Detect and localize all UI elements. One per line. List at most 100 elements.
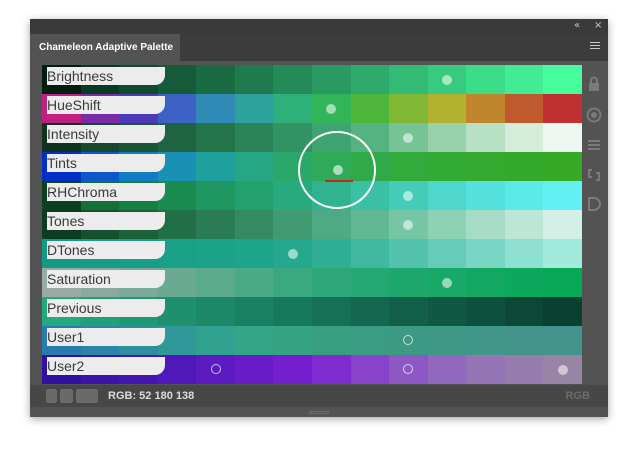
color-swatch[interactable] xyxy=(196,94,236,123)
tab-chameleon-adaptive-palette[interactable]: Chameleon Adaptive Palette xyxy=(30,34,180,61)
color-swatch[interactable] xyxy=(234,210,274,239)
color-swatch[interactable] xyxy=(350,65,390,94)
close-icon[interactable]: × xyxy=(594,20,602,32)
resize-grip-icon[interactable] xyxy=(309,410,329,415)
color-swatch[interactable] xyxy=(196,65,236,94)
color-swatch[interactable] xyxy=(273,210,313,239)
row-label-rhchroma[interactable]: RHChroma xyxy=(47,183,165,201)
color-swatch[interactable] xyxy=(273,65,313,94)
row-label-dtones[interactable]: DTones xyxy=(47,241,165,259)
color-swatch[interactable] xyxy=(389,239,429,268)
color-swatch[interactable] xyxy=(543,326,582,355)
color-swatch[interactable] xyxy=(504,326,544,355)
row-label-tints[interactable]: Tints xyxy=(47,154,165,172)
color-loupe[interactable] xyxy=(298,131,376,209)
color-swatch[interactable] xyxy=(234,326,274,355)
row-label-intensity[interactable]: Intensity xyxy=(47,125,165,143)
color-swatch[interactable] xyxy=(427,123,467,152)
lock-icon[interactable] xyxy=(586,76,602,92)
color-swatch[interactable] xyxy=(466,297,506,326)
swatch-current[interactable] xyxy=(76,389,98,403)
row-label-user1[interactable]: User1 xyxy=(47,328,165,346)
collapse-icon[interactable]: « xyxy=(574,20,580,32)
color-swatch[interactable] xyxy=(504,268,544,297)
color-swatch[interactable] xyxy=(312,355,352,384)
color-swatch[interactable] xyxy=(466,326,506,355)
color-mode-label[interactable]: RGB xyxy=(566,389,590,403)
color-swatch[interactable] xyxy=(427,297,467,326)
color-swatch[interactable] xyxy=(504,94,544,123)
color-swatch[interactable] xyxy=(234,123,274,152)
color-swatch[interactable] xyxy=(273,326,313,355)
color-swatch[interactable] xyxy=(196,152,236,181)
color-swatch[interactable] xyxy=(350,94,390,123)
link-icon[interactable] xyxy=(586,167,602,183)
color-swatch[interactable] xyxy=(543,123,582,152)
color-swatch[interactable] xyxy=(466,239,506,268)
target-icon[interactable] xyxy=(586,107,602,123)
color-swatch[interactable] xyxy=(196,297,236,326)
color-swatch[interactable] xyxy=(234,94,274,123)
color-swatch[interactable] xyxy=(196,268,236,297)
color-swatch[interactable] xyxy=(312,65,352,94)
row-label-previous[interactable]: Previous xyxy=(47,299,165,317)
color-swatch[interactable] xyxy=(466,94,506,123)
color-swatch[interactable] xyxy=(350,355,390,384)
color-swatch[interactable] xyxy=(234,355,274,384)
color-swatch[interactable] xyxy=(234,181,274,210)
row-label-hueshift[interactable]: HueShift xyxy=(47,96,165,114)
d-icon[interactable] xyxy=(586,196,602,212)
color-swatch[interactable] xyxy=(389,268,429,297)
color-swatch[interactable] xyxy=(312,239,352,268)
color-swatch[interactable] xyxy=(543,152,582,181)
list-icon[interactable] xyxy=(586,137,602,153)
color-swatch[interactable] xyxy=(466,355,506,384)
color-swatch[interactable] xyxy=(196,181,236,210)
color-swatch[interactable] xyxy=(543,268,582,297)
color-swatch[interactable] xyxy=(504,181,544,210)
color-swatch[interactable] xyxy=(504,152,544,181)
color-swatch[interactable] xyxy=(466,123,506,152)
color-swatch[interactable] xyxy=(196,239,236,268)
color-swatch[interactable] xyxy=(389,94,429,123)
color-swatch[interactable] xyxy=(389,297,429,326)
color-swatch[interactable] xyxy=(543,65,582,94)
color-swatch[interactable] xyxy=(427,94,467,123)
color-swatch[interactable] xyxy=(273,268,313,297)
color-swatch[interactable] xyxy=(273,355,313,384)
color-swatch[interactable] xyxy=(427,181,467,210)
color-swatch[interactable] xyxy=(504,239,544,268)
color-swatch[interactable] xyxy=(312,210,352,239)
color-swatch[interactable] xyxy=(389,152,429,181)
color-swatch[interactable] xyxy=(466,181,506,210)
color-swatch[interactable] xyxy=(389,65,429,94)
color-swatch[interactable] xyxy=(504,65,544,94)
row-label-saturation[interactable]: Saturation xyxy=(47,270,165,288)
color-swatch[interactable] xyxy=(273,94,313,123)
color-swatch[interactable] xyxy=(427,355,467,384)
color-swatch[interactable] xyxy=(196,326,236,355)
color-swatch[interactable] xyxy=(543,210,582,239)
color-swatch[interactable] xyxy=(234,297,274,326)
color-swatch[interactable] xyxy=(427,152,467,181)
color-swatch[interactable] xyxy=(466,210,506,239)
color-swatch[interactable] xyxy=(466,152,506,181)
color-swatch[interactable] xyxy=(312,268,352,297)
color-swatch[interactable] xyxy=(543,181,582,210)
color-swatch[interactable] xyxy=(543,239,582,268)
color-swatch[interactable] xyxy=(234,239,274,268)
color-swatch[interactable] xyxy=(196,210,236,239)
row-label-brightness[interactable]: Brightness xyxy=(47,67,165,85)
color-swatch[interactable] xyxy=(234,268,274,297)
color-swatch[interactable] xyxy=(543,297,582,326)
color-swatch[interactable] xyxy=(466,268,506,297)
swatch-small-1[interactable] xyxy=(46,389,57,403)
color-swatch[interactable] xyxy=(350,268,390,297)
row-label-tones[interactable]: Tones xyxy=(47,212,165,230)
color-swatch[interactable] xyxy=(427,210,467,239)
color-swatch[interactable] xyxy=(466,65,506,94)
hamburger-menu-icon[interactable] xyxy=(590,42,600,51)
color-swatch[interactable] xyxy=(350,326,390,355)
color-swatch[interactable] xyxy=(543,94,582,123)
color-swatch[interactable] xyxy=(350,297,390,326)
